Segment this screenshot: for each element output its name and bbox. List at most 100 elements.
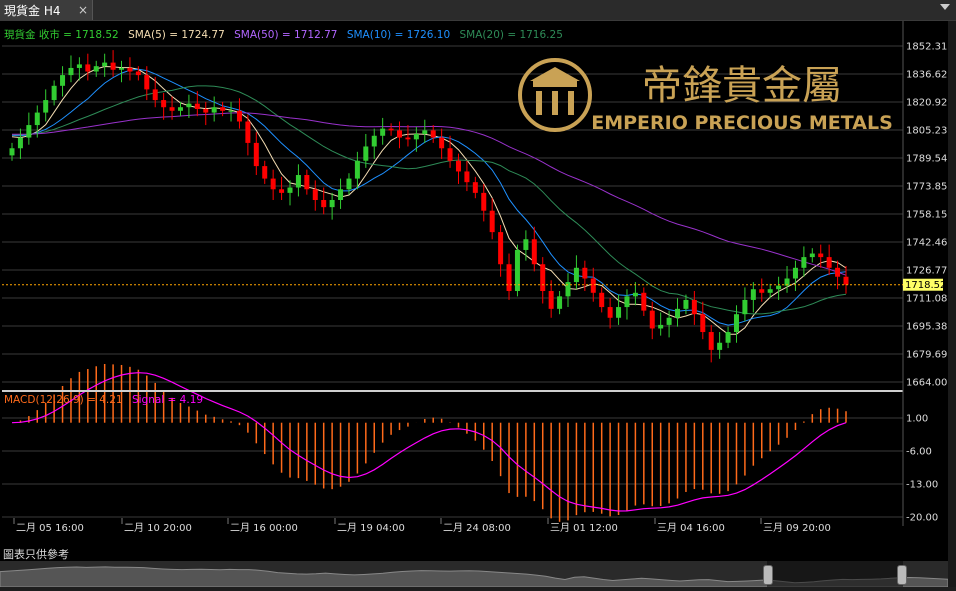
candle-body (540, 264, 546, 292)
candle-body (717, 342, 723, 350)
candle-body (455, 160, 461, 172)
time-tick-label: 二月 24 08:00 (443, 522, 511, 534)
candle-body (767, 289, 773, 293)
candle-body (102, 62, 108, 67)
company-logo: 帝鋒貴金屬 EMPERIO PRECIOUS METALS (518, 58, 893, 134)
candle-body (506, 264, 512, 292)
chevron-down-icon[interactable] (940, 4, 950, 10)
candle-body (759, 289, 765, 293)
price-tick-label: 1664.00 (906, 378, 947, 389)
candle-body (582, 267, 588, 279)
time-tick-label: 二月 10 20:00 (124, 522, 192, 534)
time-tick-label: 三月 04 16:00 (657, 522, 725, 534)
candle-body (363, 146, 369, 161)
candle-body (236, 110, 242, 122)
candle-body (346, 178, 352, 190)
macd-tick-label: -13.00 (906, 480, 938, 491)
candle-body (405, 137, 411, 140)
candle-body (329, 200, 335, 208)
candle-body (43, 100, 49, 113)
candle-body (489, 210, 495, 233)
macd-tick-label: 1.00 (906, 414, 928, 425)
logo-emblem-pillar-right (568, 91, 574, 115)
vertical-scrollbar[interactable] (948, 21, 956, 587)
candle-body (60, 75, 66, 86)
time-axis: 二月 05 16:00 二月 10 20:00 二月 16 00:00 二月 19 0… (13, 518, 831, 534)
logo-english: EMPERIO PRECIOUS METALS (591, 112, 893, 134)
sma50-line (12, 112, 847, 276)
candle-body (826, 257, 832, 268)
macd-panel (11, 363, 847, 522)
candle-body (481, 192, 487, 211)
navigator-left-handle[interactable] (763, 565, 773, 585)
price-axis: 1852.31 1836.62 1820.92 1805.23 1789.54 1773.… (906, 42, 947, 389)
candle-body (691, 299, 697, 315)
price-tick-label: 1758.15 (906, 210, 947, 221)
candle-body (245, 121, 251, 143)
legend-sma5: SMA(5) = 1724.77 (128, 29, 225, 41)
time-tick-label: 二月 05 16:00 (16, 522, 84, 534)
candle-body (607, 307, 613, 318)
close-icon[interactable]: × (76, 3, 90, 17)
time-tick-label: 二月 19 04:00 (337, 522, 405, 534)
chart-footnote: 圖表只供參考 (3, 548, 69, 561)
candle-body (675, 308, 681, 318)
candle-body (413, 133, 419, 140)
candle-body (211, 107, 217, 113)
candle-body (26, 125, 32, 138)
candle-body (388, 128, 394, 131)
price-tick-label: 1852.31 (906, 42, 947, 53)
candle-body (110, 62, 116, 70)
candle-body (700, 314, 706, 333)
navigator-right-handle[interactable] (897, 565, 907, 585)
candle-body (228, 110, 234, 112)
candle-body (177, 107, 183, 111)
candle-body (354, 160, 360, 179)
candle-body (203, 109, 209, 113)
legend-sma20: SMA(20) = 1716.25 (460, 29, 563, 41)
candle-body (220, 107, 226, 111)
price-tick-label: 1695.38 (906, 322, 947, 333)
candle-body (439, 137, 445, 149)
candle-body (85, 64, 91, 72)
legend-sma50: SMA(50) = 1712.77 (234, 29, 337, 41)
candle-body (51, 85, 57, 101)
candle-body (573, 267, 579, 283)
logo-emblem-pillar-left (536, 91, 542, 115)
candle-body (557, 296, 563, 309)
candle-body (135, 71, 141, 76)
candle-body (186, 103, 192, 108)
candle-body (68, 67, 74, 76)
candle-body (523, 239, 529, 250)
candle-body (750, 289, 756, 300)
candle-body (599, 292, 605, 308)
candle-body (321, 200, 327, 208)
legend-price: 現貨金 收市 = 1718.52 (4, 28, 119, 41)
candle-body (809, 253, 815, 258)
chart-svg: 帝鋒貴金屬 EMPERIO PRECIOUS METALS 1852.31 183… (2, 21, 947, 534)
price-tick-label: 1773.85 (906, 181, 947, 192)
candle-body (9, 148, 15, 156)
candle-body (649, 310, 655, 329)
candle-body (262, 166, 268, 179)
candle-body (338, 189, 344, 201)
candle-body (295, 175, 301, 188)
macd-axis: 1.00 -6.00 -13.00 -20.00 (906, 414, 938, 524)
candle-body (590, 278, 596, 293)
candle-body (725, 332, 731, 343)
candle-body (93, 66, 99, 72)
chart-navigator[interactable] (0, 561, 949, 588)
chart-tab[interactable]: 現貨金 H4 × (0, 0, 93, 20)
price-tick-label: 1679.69 (906, 350, 947, 361)
candle-body (683, 299, 689, 309)
tab-title: 現貨金 H4 (4, 3, 61, 18)
candle-body (632, 292, 638, 297)
candle-body (312, 189, 318, 201)
candle-body (397, 130, 403, 138)
logo-chinese: 帝鋒貴金屬 (642, 63, 842, 109)
price-tick-label: 1726.77 (906, 266, 947, 277)
candle-body (666, 317, 672, 325)
candle-body (843, 276, 849, 285)
candle-body (531, 239, 537, 265)
chart-area[interactable]: 帝鋒貴金屬 EMPERIO PRECIOUS METALS 1852.31 183… (0, 21, 948, 561)
